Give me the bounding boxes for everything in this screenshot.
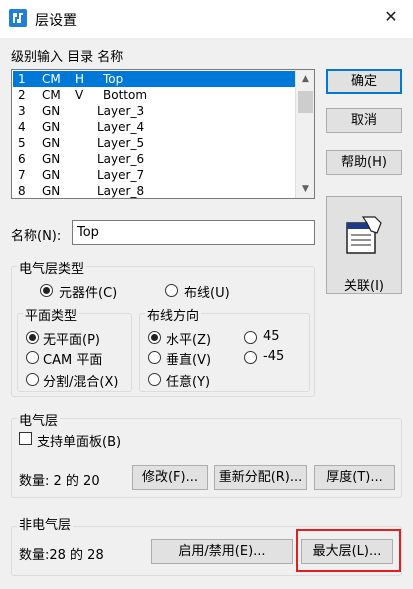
component-radio[interactable] — [40, 284, 53, 297]
list-item[interactable]: 6 GN Layer_6 — [13, 151, 295, 167]
any-direction-label: 任意(Y) — [166, 375, 211, 390]
associate-button[interactable]: 关联(I) — [326, 196, 402, 294]
list-item[interactable]: 1 CM H Top — [13, 71, 295, 87]
split-mixed-radio[interactable] — [26, 373, 39, 386]
associate-label: 关联(I) — [344, 279, 384, 294]
layer-list[interactable]: 1 CM H Top 2 CM V Bottom 3 GN Layer_3 4 … — [11, 69, 315, 199]
diag-45-label: 45 — [263, 329, 280, 344]
horizontal-label: 水平(Z) — [166, 333, 212, 348]
cancel-button[interactable]: 取消 — [326, 108, 402, 133]
diag-minus45-label: -45 — [263, 349, 285, 364]
list-scrollbar[interactable]: ▲ ▼ — [295, 70, 314, 198]
routing-radio[interactable] — [165, 284, 178, 297]
electrical-count: 数量: 2 的 20 — [19, 474, 100, 489]
electrical-layers-title: 电气层 — [17, 410, 61, 429]
layer-app-icon — [9, 9, 27, 27]
electrical-type-title: 电气层类型 — [17, 258, 87, 277]
ok-button[interactable]: 确定 — [326, 69, 402, 94]
list-item[interactable]: 5 GN Layer_5 — [13, 135, 295, 151]
diag-minus45-radio[interactable] — [244, 351, 257, 364]
list-item[interactable]: 8 GN Layer_8 — [13, 183, 295, 198]
list-item[interactable]: 2 CM V Bottom — [13, 87, 295, 103]
associate-icon — [345, 213, 383, 257]
name-input[interactable]: Top — [72, 220, 315, 245]
diag-45-radio[interactable] — [244, 331, 257, 344]
no-plane-label: 无平面(P) — [43, 333, 100, 348]
horizontal-radio[interactable] — [148, 331, 161, 344]
title-bar: 层设置 ✕ — [0, 0, 413, 38]
routing-direction-title: 布线方向 — [145, 305, 202, 324]
no-plane-radio[interactable] — [26, 331, 39, 344]
modify-button[interactable]: 修改(F)... — [132, 465, 208, 490]
cam-plane-radio[interactable] — [26, 351, 39, 364]
highlight-box — [296, 529, 401, 572]
name-label: 名称(N): — [11, 229, 62, 244]
list-header: 级别输入 目录 名称 — [11, 50, 124, 65]
list-item[interactable]: 4 GN Layer_4 — [13, 119, 295, 135]
scroll-up-icon[interactable]: ▲ — [296, 70, 314, 88]
non-electrical-layers-title: 非电气层 — [17, 514, 74, 533]
vertical-label: 垂直(V) — [166, 353, 212, 368]
close-icon[interactable]: ✕ — [380, 6, 402, 28]
split-mixed-label: 分割/混合(X) — [43, 375, 119, 390]
routing-label: 布线(U) — [184, 286, 230, 301]
thickness-button[interactable]: 厚度(T)... — [314, 465, 395, 490]
single-side-label: 支持单面板(B) — [37, 435, 122, 450]
any-direction-radio[interactable] — [148, 373, 161, 386]
routing-direction-group — [139, 313, 310, 392]
cam-plane-label: CAM 平面 — [43, 353, 103, 368]
window-title: 层设置 — [35, 13, 77, 29]
non-electrical-count: 数量:28 的 28 — [19, 548, 104, 563]
list-item[interactable]: 3 GN Layer_3 — [13, 103, 295, 119]
vertical-radio[interactable] — [148, 351, 161, 364]
scroll-down-icon[interactable]: ▼ — [296, 180, 314, 198]
scroll-thumb[interactable] — [298, 91, 313, 113]
enable-disable-button[interactable]: 启用/禁用(E)... — [151, 539, 293, 564]
component-label: 元器件(C) — [59, 286, 118, 301]
plane-type-title: 平面类型 — [23, 305, 80, 324]
list-item[interactable]: 7 GN Layer_7 — [13, 167, 295, 183]
single-side-checkbox[interactable] — [19, 432, 32, 445]
reassign-button[interactable]: 重新分配(R)... — [214, 465, 307, 490]
help-button[interactable]: 帮助(H) — [326, 150, 402, 175]
